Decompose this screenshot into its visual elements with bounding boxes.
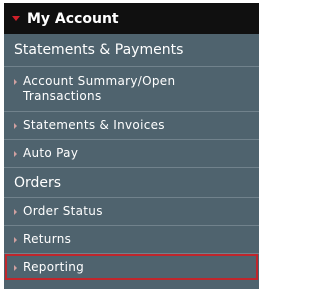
section-orders: Orders — [4, 167, 259, 197]
my-account-header[interactable]: My Account — [4, 3, 259, 34]
section-statements-payments: Statements & Payments — [4, 34, 259, 66]
menu-item-label: Account Summary/Open Transactions — [23, 74, 176, 103]
section-title: Statements & Payments — [14, 42, 184, 58]
account-menu: My Account Statements & Payments Account… — [4, 3, 259, 289]
menu-item-order-status[interactable]: Order Status — [4, 197, 259, 225]
chevron-right-icon — [14, 123, 17, 129]
chevron-right-icon — [14, 265, 17, 271]
menu-item-label: Returns — [23, 232, 72, 246]
menu-item-label: Order Status — [23, 204, 103, 218]
caret-down-icon — [12, 16, 20, 21]
chevron-right-icon — [14, 79, 17, 85]
menu-item-returns[interactable]: Returns — [4, 225, 259, 253]
section-title: Orders — [14, 174, 62, 191]
menu-item-label: Reporting — [23, 260, 85, 274]
menu-item-reporting[interactable]: Reporting — [4, 253, 259, 281]
menu-item-statements-invoices[interactable]: Statements & Invoices — [4, 111, 259, 139]
chevron-right-icon — [14, 237, 17, 243]
chevron-right-icon — [14, 151, 17, 157]
menu-item-auto-pay[interactable]: Auto Pay — [4, 139, 259, 167]
menu-item-label: Statements & Invoices — [23, 118, 165, 132]
menu-item-account-summary[interactable]: Account Summary/Open Transactions — [4, 66, 259, 111]
my-account-label: My Account — [27, 10, 119, 27]
menu-item-label: Auto Pay — [23, 146, 79, 160]
chevron-right-icon — [14, 209, 17, 215]
